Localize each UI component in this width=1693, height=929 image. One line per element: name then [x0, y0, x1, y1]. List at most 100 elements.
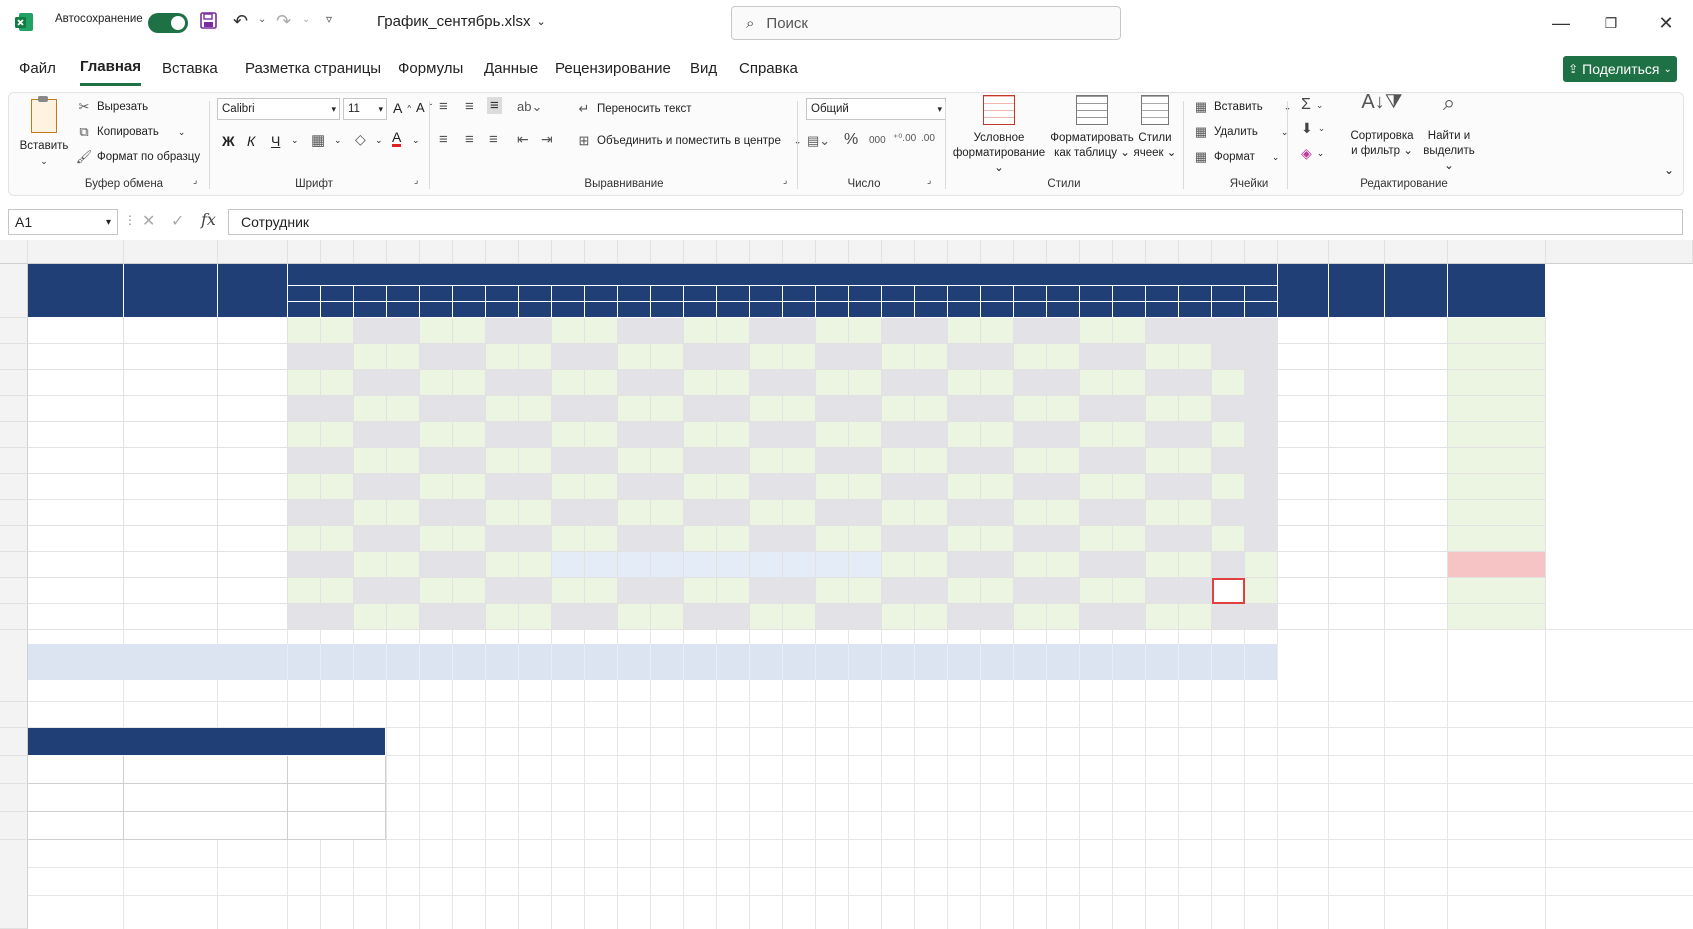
customize-toolbar-icon[interactable]: ▿	[326, 12, 332, 26]
schedule-cell[interactable]	[1179, 604, 1212, 630]
schedule-cell[interactable]	[981, 396, 1014, 422]
schedule-cell[interactable]	[519, 422, 552, 448]
column-header[interactable]	[783, 240, 816, 264]
schedule-cell[interactable]	[1179, 552, 1212, 578]
shifts-count[interactable]	[1278, 474, 1329, 500]
employee-brigade[interactable]	[218, 500, 288, 526]
schedule-cell[interactable]	[420, 552, 453, 578]
deviation-value[interactable]	[1448, 604, 1546, 630]
schedule-cell[interactable]	[849, 604, 882, 630]
schedule-cell[interactable]	[354, 448, 387, 474]
schedule-cell[interactable]	[1047, 318, 1080, 344]
schedule-cell[interactable]	[1014, 422, 1047, 448]
schedule-cell[interactable]	[783, 422, 816, 448]
schedule-cell[interactable]	[1014, 552, 1047, 578]
deviation-value[interactable]	[1448, 448, 1546, 474]
align-left-icon[interactable]: ≡	[439, 131, 448, 148]
schedule-cell[interactable]	[750, 604, 783, 630]
schedule-cell[interactable]	[1179, 318, 1212, 344]
staff-count-cell[interactable]	[519, 644, 552, 680]
tab-insert[interactable]: Вставка	[162, 50, 218, 86]
schedule-cell[interactable]	[1080, 396, 1113, 422]
schedule-cell[interactable]	[816, 318, 849, 344]
tab-review[interactable]: Рецензирование	[555, 50, 671, 86]
column-header[interactable]	[288, 240, 321, 264]
schedule-cell[interactable]	[882, 552, 915, 578]
shifts-count[interactable]	[1278, 552, 1329, 578]
column-header[interactable]	[1146, 240, 1179, 264]
schedule-cell[interactable]	[783, 474, 816, 500]
schedule-cell[interactable]	[882, 318, 915, 344]
schedule-cell[interactable]	[552, 370, 585, 396]
staff-count-cell[interactable]	[1245, 644, 1278, 680]
schedule-cell[interactable]	[1179, 474, 1212, 500]
schedule-cell[interactable]	[1014, 344, 1047, 370]
norm-value[interactable]	[1385, 578, 1448, 604]
tab-help[interactable]: Справка	[739, 50, 798, 86]
employee-position[interactable]	[124, 396, 218, 422]
schedule-cell[interactable]	[420, 370, 453, 396]
schedule-cell[interactable]	[1179, 396, 1212, 422]
staff-count-label[interactable]	[28, 644, 288, 680]
schedule-cell[interactable]	[354, 578, 387, 604]
schedule-cell[interactable]	[717, 578, 750, 604]
schedule-cell[interactable]	[321, 578, 354, 604]
schedule-cell[interactable]	[453, 578, 486, 604]
schedule-cell[interactable]	[453, 448, 486, 474]
staff-count-cell[interactable]	[354, 644, 387, 680]
schedule-cell[interactable]	[519, 500, 552, 526]
font-launcher-icon[interactable]: ⌟	[414, 175, 418, 186]
schedule-cell[interactable]	[618, 344, 651, 370]
schedule-cell[interactable]	[915, 474, 948, 500]
hours-count[interactable]	[1329, 396, 1385, 422]
schedule-cell[interactable]	[849, 500, 882, 526]
schedule-cell[interactable]	[1047, 604, 1080, 630]
schedule-cell[interactable]	[1047, 448, 1080, 474]
employee-position[interactable]	[124, 604, 218, 630]
schedule-cell[interactable]	[288, 422, 321, 448]
row-header[interactable]	[0, 370, 28, 396]
schedule-cell[interactable]	[684, 552, 717, 578]
schedule-cell[interactable]	[717, 604, 750, 630]
schedule-cell[interactable]	[1245, 474, 1278, 500]
schedule-cell[interactable]	[750, 500, 783, 526]
schedule-cell[interactable]	[816, 422, 849, 448]
schedule-cell[interactable]	[486, 474, 519, 500]
schedule-cell[interactable]	[915, 448, 948, 474]
schedule-cell[interactable]	[618, 370, 651, 396]
schedule-cell[interactable]	[1179, 500, 1212, 526]
schedule-cell[interactable]	[651, 500, 684, 526]
unfilled-position[interactable]	[124, 812, 288, 840]
fill-icon[interactable]: ⬇ ⌄	[1301, 120, 1325, 137]
schedule-cell[interactable]	[783, 448, 816, 474]
schedule-cell[interactable]	[1212, 448, 1245, 474]
schedule-cell[interactable]	[1212, 500, 1245, 526]
column-header[interactable]	[552, 240, 585, 264]
schedule-cell[interactable]	[453, 552, 486, 578]
schedule-cell[interactable]	[783, 526, 816, 552]
shifts-count[interactable]	[1278, 370, 1329, 396]
schedule-cell[interactable]	[750, 318, 783, 344]
norm-value[interactable]	[1385, 474, 1448, 500]
schedule-cell[interactable]	[354, 474, 387, 500]
staff-count-cell[interactable]	[486, 644, 519, 680]
norm-value[interactable]	[1385, 604, 1448, 630]
schedule-cell[interactable]	[288, 318, 321, 344]
schedule-cell[interactable]	[486, 318, 519, 344]
schedule-cell[interactable]	[420, 344, 453, 370]
schedule-cell[interactable]	[1047, 344, 1080, 370]
schedule-cell[interactable]	[453, 396, 486, 422]
schedule-cell[interactable]	[1146, 500, 1179, 526]
increase-font-icon[interactable]: A ^	[393, 100, 411, 116]
schedule-cell[interactable]	[354, 604, 387, 630]
schedule-cell[interactable]	[981, 578, 1014, 604]
column-header[interactable]	[124, 240, 218, 264]
shifts-count[interactable]	[1278, 500, 1329, 526]
norm-value[interactable]	[1385, 370, 1448, 396]
schedule-cell[interactable]	[387, 448, 420, 474]
schedule-cell[interactable]	[948, 578, 981, 604]
schedule-cell[interactable]	[882, 370, 915, 396]
schedule-cell[interactable]	[981, 552, 1014, 578]
schedule-cell[interactable]	[387, 552, 420, 578]
schedule-cell[interactable]	[1080, 552, 1113, 578]
